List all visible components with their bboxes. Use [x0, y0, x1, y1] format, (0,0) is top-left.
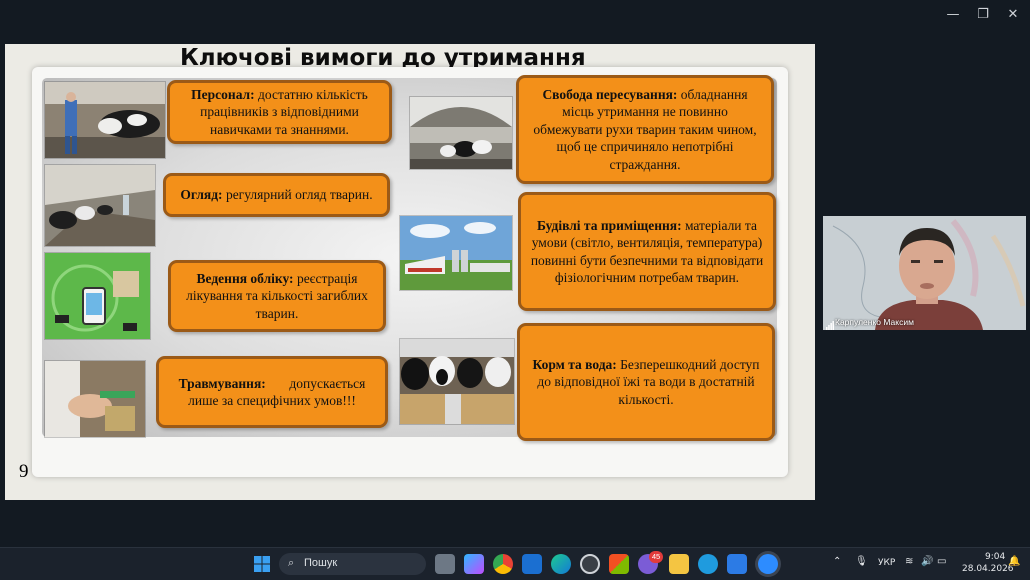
slide-content-area: Персонал: достатню кількість працівників…	[42, 75, 777, 441]
card-personnel: Персонал: достатню кількість працівників…	[167, 80, 392, 144]
notifications-bell-icon[interactable]: 🔔	[1008, 556, 1020, 567]
taskbar: ⌕ Пошук 45 ⌃ 🎙 УКР ≋ 🔊 ▭ 9:04 28.04.2026…	[0, 547, 1030, 580]
taskbar-search-box[interactable]: ⌕ Пошук	[279, 553, 426, 575]
windows-start-icon[interactable]	[254, 556, 270, 572]
chevron-up-icon[interactable]: ⌃	[833, 556, 841, 567]
webcam-thumbnail[interactable]: Карпуленко Максим	[823, 216, 1026, 330]
slide-panel: Персонал: достатню кількість працівників…	[32, 67, 788, 477]
shared-slide: Ключові вимоги до утримання Персонал: до…	[5, 44, 815, 500]
battery-icon[interactable]: ▭	[937, 556, 946, 567]
restore-button[interactable]: ❐	[968, 4, 998, 26]
card-inspection-text: регулярний огляд тварин.	[222, 187, 373, 203]
card-personnel-heading: Персонал:	[191, 86, 255, 102]
microphone-icon[interactable]: 🎙	[855, 556, 868, 567]
photo-barn-interior	[44, 164, 156, 247]
photo-freestall-barn	[409, 96, 513, 170]
minimize-button[interactable]: —	[938, 4, 968, 26]
wifi-icon[interactable]: ≋	[905, 556, 913, 567]
file-explorer-icon[interactable]	[669, 554, 689, 574]
photo-cows-feeding	[399, 338, 515, 425]
clock-time[interactable]: 9:04	[985, 552, 1005, 562]
docs-icon[interactable]	[727, 554, 747, 574]
card-injuries: Травмування: допускається лише за специф…	[156, 356, 388, 428]
camera-app-icon[interactable]	[580, 554, 600, 574]
signal-strength-icon	[826, 317, 834, 330]
card-injuries-heading: Травмування:	[178, 375, 266, 391]
card-feed-heading: Корм та вода:	[532, 356, 617, 372]
card-freedom-of-movement: Свобода пересування: обладнання місць ут…	[516, 75, 774, 184]
card-feed-and-water: Корм та вода: Безперешкодний доступ до в…	[517, 323, 775, 441]
card-record-keeping: Ведення обліку: реєстрація лікування та …	[168, 260, 386, 332]
card-inspection: Огляд: регулярний огляд тварин.	[163, 173, 390, 217]
chrome-icon[interactable]	[493, 554, 513, 574]
copilot-icon[interactable]	[464, 554, 484, 574]
photo-digital-farm	[44, 252, 151, 340]
participant-name: Карпуленко Максим	[835, 317, 914, 327]
telegram-icon[interactable]	[698, 554, 718, 574]
webcam-video-feed	[823, 216, 1026, 330]
slide-number: 9	[19, 461, 29, 482]
card-inspection-heading: Огляд:	[180, 187, 223, 203]
photo-farm-buildings	[399, 215, 513, 291]
photo-injection	[44, 360, 146, 438]
edge-icon[interactable]	[551, 554, 571, 574]
office-icon[interactable]	[609, 554, 629, 574]
task-view-icon[interactable]	[435, 554, 455, 574]
zoom-icon[interactable]	[758, 554, 778, 574]
notification-badge: 45	[649, 551, 663, 563]
language-indicator[interactable]: УКР	[878, 558, 895, 568]
mail-icon[interactable]	[522, 554, 542, 574]
card-buildings-heading: Будівлі та приміщення:	[537, 217, 682, 233]
card-buildings: Будівлі та приміщення: матеріали та умов…	[518, 192, 776, 311]
photo-worker-with-cows	[44, 81, 166, 159]
search-placeholder: Пошук	[304, 557, 338, 569]
search-icon: ⌕	[288, 556, 295, 569]
volume-icon[interactable]: 🔊	[921, 556, 933, 567]
clock-date[interactable]: 28.04.2026	[962, 564, 1014, 574]
card-record-keeping-heading: Ведення обліку:	[196, 270, 294, 286]
card-freedom-heading: Свобода пересування:	[542, 86, 678, 102]
close-button[interactable]: ✕	[998, 4, 1028, 26]
